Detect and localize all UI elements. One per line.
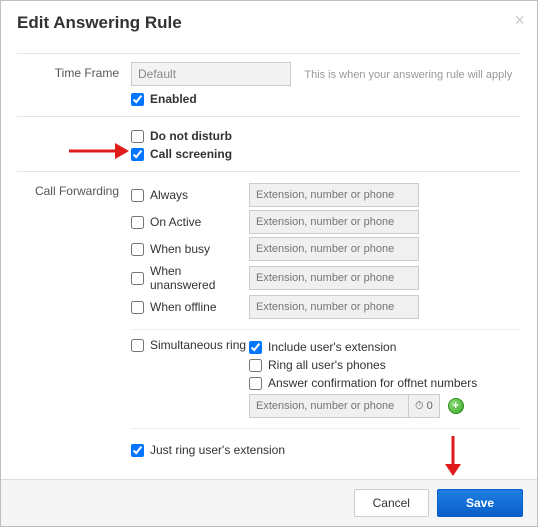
close-icon[interactable]: ×: [514, 11, 525, 29]
modal-footer: Cancel Save: [1, 479, 537, 526]
divider: [17, 116, 521, 117]
options-row: Do not disturb Call screening: [17, 125, 521, 165]
forward-when-unanswered-input[interactable]: [249, 266, 419, 290]
enabled-checkbox[interactable]: [131, 93, 144, 106]
just-ring-users-extension-label: Just ring user's extension: [150, 443, 285, 457]
time-frame-help: This is when your answering rule will ap…: [304, 69, 512, 81]
answer-confirmation-checkbox[interactable]: [249, 377, 262, 390]
include-users-extension-label: Include user's extension: [268, 340, 396, 354]
forward-when-busy-label: When busy: [150, 242, 210, 256]
call-forwarding-section: Call Forwarding Always On Active When bu…: [17, 180, 521, 461]
ring-duration-stepper[interactable]: ⏱ 0: [409, 394, 440, 418]
forward-always-label: Always: [150, 188, 188, 202]
time-frame-row: Time Frame This is when your answering r…: [17, 62, 521, 110]
forward-always-checkbox[interactable]: [131, 189, 144, 202]
forward-on-active-checkbox[interactable]: [131, 216, 144, 229]
edit-answering-rule-modal: Edit Answering Rule × Time Frame This is…: [0, 0, 538, 527]
forward-when-unanswered-checkbox[interactable]: [131, 272, 144, 285]
modal-header: Edit Answering Rule ×: [1, 1, 537, 43]
include-users-extension-checkbox[interactable]: [249, 341, 262, 354]
forward-always-input[interactable]: [249, 183, 419, 207]
time-frame-label: Time Frame: [17, 62, 131, 80]
save-button[interactable]: Save: [437, 489, 523, 517]
do-not-disturb-checkbox[interactable]: [131, 130, 144, 143]
ring-all-users-phones-label: Ring all user's phones: [268, 358, 386, 372]
enabled-label: Enabled: [150, 92, 197, 106]
divider: [17, 53, 521, 54]
ring-duration-value: 0: [427, 400, 433, 412]
just-ring-users-extension-checkbox[interactable]: [131, 444, 144, 457]
forward-when-unanswered-label: When unanswered: [150, 264, 249, 292]
simultaneous-ring-section: Simultaneous ring Include user's extensi…: [131, 329, 521, 418]
simultaneous-ring-checkbox[interactable]: [131, 339, 144, 352]
call-screening-label: Call screening: [150, 147, 232, 161]
just-ring-section: Just ring user's extension: [131, 428, 521, 457]
add-number-button[interactable]: +: [448, 398, 464, 414]
modal-title: Edit Answering Rule: [17, 13, 182, 32]
forward-on-active-input[interactable]: [249, 210, 419, 234]
simultaneous-ring-input[interactable]: [249, 394, 409, 418]
call-forwarding-label: Call Forwarding: [17, 180, 131, 198]
time-frame-input[interactable]: [131, 62, 291, 86]
do-not-disturb-label: Do not disturb: [150, 129, 232, 143]
forward-when-offline-label: When offline: [150, 300, 217, 314]
clock-icon: ⏱: [415, 400, 424, 413]
forward-when-busy-checkbox[interactable]: [131, 243, 144, 256]
simultaneous-ring-label: Simultaneous ring: [150, 338, 246, 352]
forward-on-active-label: On Active: [150, 215, 201, 229]
answer-confirmation-label: Answer confirmation for offnet numbers: [268, 376, 477, 390]
ring-all-users-phones-checkbox[interactable]: [249, 359, 262, 372]
forward-when-offline-checkbox[interactable]: [131, 301, 144, 314]
forward-when-busy-input[interactable]: [249, 237, 419, 261]
forward-when-offline-input[interactable]: [249, 295, 419, 319]
call-screening-checkbox[interactable]: [131, 148, 144, 161]
modal-body: Time Frame This is when your answering r…: [1, 43, 537, 461]
cancel-button[interactable]: Cancel: [354, 489, 429, 517]
divider: [17, 171, 521, 172]
